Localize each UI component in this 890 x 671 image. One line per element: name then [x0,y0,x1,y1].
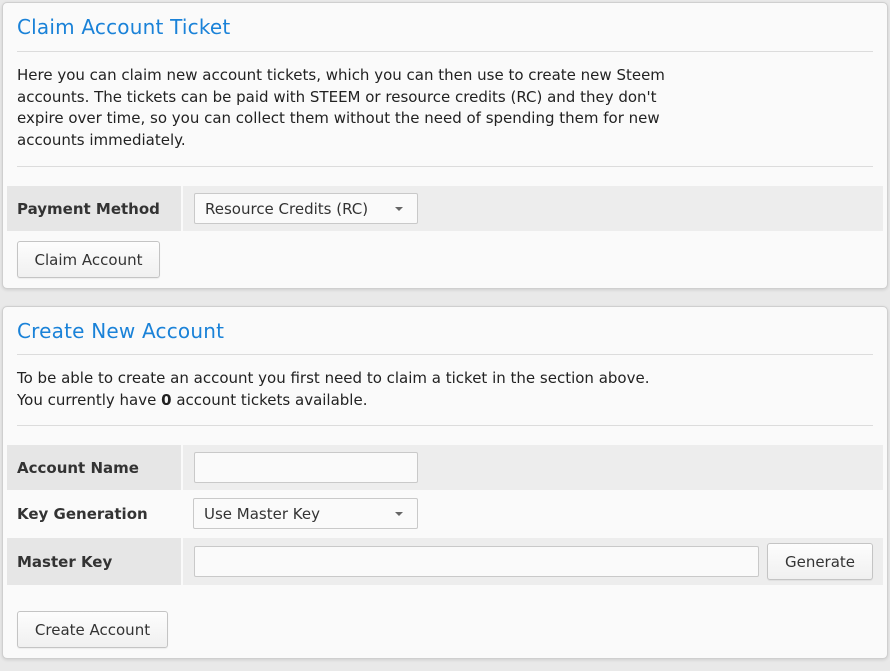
desc-suffix: account tickets available. [171,390,368,409]
create-description: To be able to create an account you firs… [17,368,717,411]
claim-description: Here you can claim new account tickets, … [17,66,665,149]
claim-section-title: Claim Account Ticket [17,15,231,39]
claim-account-ticket-panel: Claim Account Ticket Here you can claim … [2,2,888,289]
payment-method-label: Payment Method [7,186,183,231]
create-account-button[interactable]: Create Account [17,611,168,648]
payment-method-select[interactable]: Resource Credits (RC) [194,193,418,224]
divider [17,51,873,52]
account-name-row: Account Name [7,445,883,490]
create-new-account-panel: Create New Account To be able to create … [2,306,888,659]
claim-account-button[interactable]: Claim Account [17,241,160,278]
key-generation-label: Key Generation [7,492,183,536]
account-name-label: Account Name [7,445,183,490]
ticket-count: 0 [161,390,172,409]
caret-down-icon [395,511,403,516]
divider [17,425,873,426]
master-key-row: Master Key Generate [7,538,883,585]
divider [17,166,873,167]
master-key-input[interactable] [194,546,759,577]
payment-method-row: Payment Method Resource Credits (RC) [7,186,883,231]
key-generation-value: Use Master Key [204,504,320,523]
generate-button[interactable]: Generate [767,543,873,580]
master-key-label: Master Key [7,538,183,585]
key-generation-row: Key Generation Use Master Key [7,492,883,536]
caret-down-icon [395,206,403,211]
divider [17,354,873,355]
create-description-line1: To be able to create an account you firs… [17,369,650,387]
payment-method-value: Resource Credits (RC) [205,199,369,218]
account-name-input[interactable] [194,452,418,483]
create-section-title: Create New Account [17,319,225,343]
key-generation-select[interactable]: Use Master Key [193,498,418,529]
desc-prefix: You currently have [17,390,162,409]
